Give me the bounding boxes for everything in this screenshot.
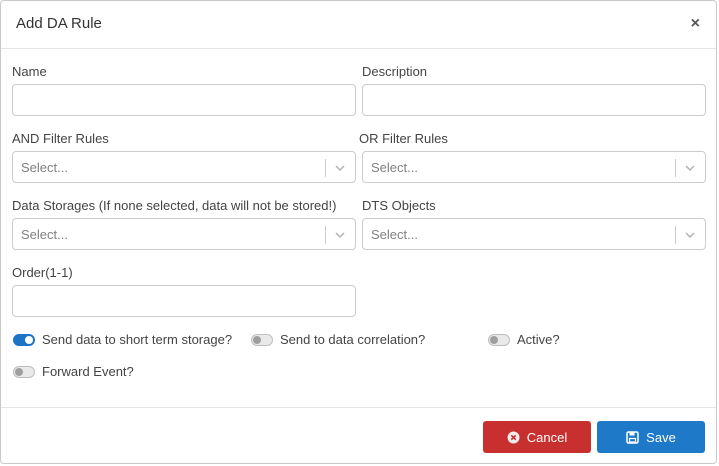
close-icon[interactable]: × <box>691 15 700 33</box>
description-label: Description <box>362 64 428 79</box>
forward-event-label: Forward Event? <box>42 364 134 379</box>
select-separator <box>325 226 326 244</box>
chevron-down-icon[interactable] <box>334 162 346 174</box>
and-filter-rules-select[interactable]: Select... <box>12 151 356 183</box>
forward-event-toggle[interactable]: Forward Event? <box>13 364 134 379</box>
select-separator <box>675 159 676 177</box>
data-storages-select[interactable]: Select... <box>12 218 356 250</box>
toggle-switch-on[interactable] <box>13 333 35 346</box>
or-filter-rules-placeholder: Select... <box>371 160 418 175</box>
toggle-switch-off[interactable] <box>488 333 510 346</box>
or-filter-rules-label: OR Filter Rules <box>359 131 448 146</box>
toggle-knob <box>253 335 261 344</box>
cancel-button[interactable]: Cancel <box>483 421 591 453</box>
save-button[interactable]: Save <box>597 421 705 453</box>
x-circle-icon <box>507 431 520 444</box>
dts-objects-placeholder: Select... <box>371 227 418 242</box>
dialog-title: Add DA Rule <box>16 15 102 32</box>
data-storages-label: Data Storages (If none selected, data wi… <box>12 198 337 213</box>
short-term-storage-label: Send data to short term storage? <box>42 332 233 347</box>
chevron-down-icon[interactable] <box>684 229 696 241</box>
chevron-down-icon[interactable] <box>334 229 346 241</box>
toggle-knob <box>490 335 498 344</box>
and-filter-rules-placeholder: Select... <box>21 160 68 175</box>
active-toggle[interactable]: Active? <box>488 332 560 347</box>
order-label: Order(1-1) <box>12 265 73 280</box>
toggle-knob <box>15 367 23 376</box>
and-filter-rules-label: AND Filter Rules <box>12 131 109 146</box>
save-button-label: Save <box>646 429 676 445</box>
dts-objects-select[interactable]: Select... <box>362 218 706 250</box>
name-label: Name <box>12 64 47 79</box>
dialog-header: Add DA Rule × <box>1 1 716 49</box>
cancel-button-label: Cancel <box>526 429 568 445</box>
order-input[interactable] <box>12 285 356 317</box>
chevron-down-icon[interactable] <box>684 162 696 174</box>
description-input[interactable] <box>362 84 706 116</box>
active-label: Active? <box>517 332 560 347</box>
data-correlation-toggle[interactable]: Send to data correlation? <box>251 332 425 347</box>
toggle-switch-off[interactable] <box>251 333 273 346</box>
toggle-knob <box>25 335 33 344</box>
short-term-storage-toggle[interactable]: Send data to short term storage? <box>13 332 232 347</box>
floppy-disk-icon <box>626 430 639 444</box>
select-separator <box>675 226 676 244</box>
data-storages-placeholder: Select... <box>21 227 68 242</box>
add-da-rule-dialog: Add DA Rule × Name Description AND Filte… <box>0 0 717 464</box>
dialog-footer: Cancel Save <box>1 407 716 465</box>
select-separator <box>325 159 326 177</box>
or-filter-rules-select[interactable]: Select... <box>362 151 706 183</box>
toggle-switch-off[interactable] <box>13 365 35 378</box>
data-correlation-label: Send to data correlation? <box>280 332 426 347</box>
dts-objects-label: DTS Objects <box>362 198 436 213</box>
name-input[interactable] <box>12 84 356 116</box>
